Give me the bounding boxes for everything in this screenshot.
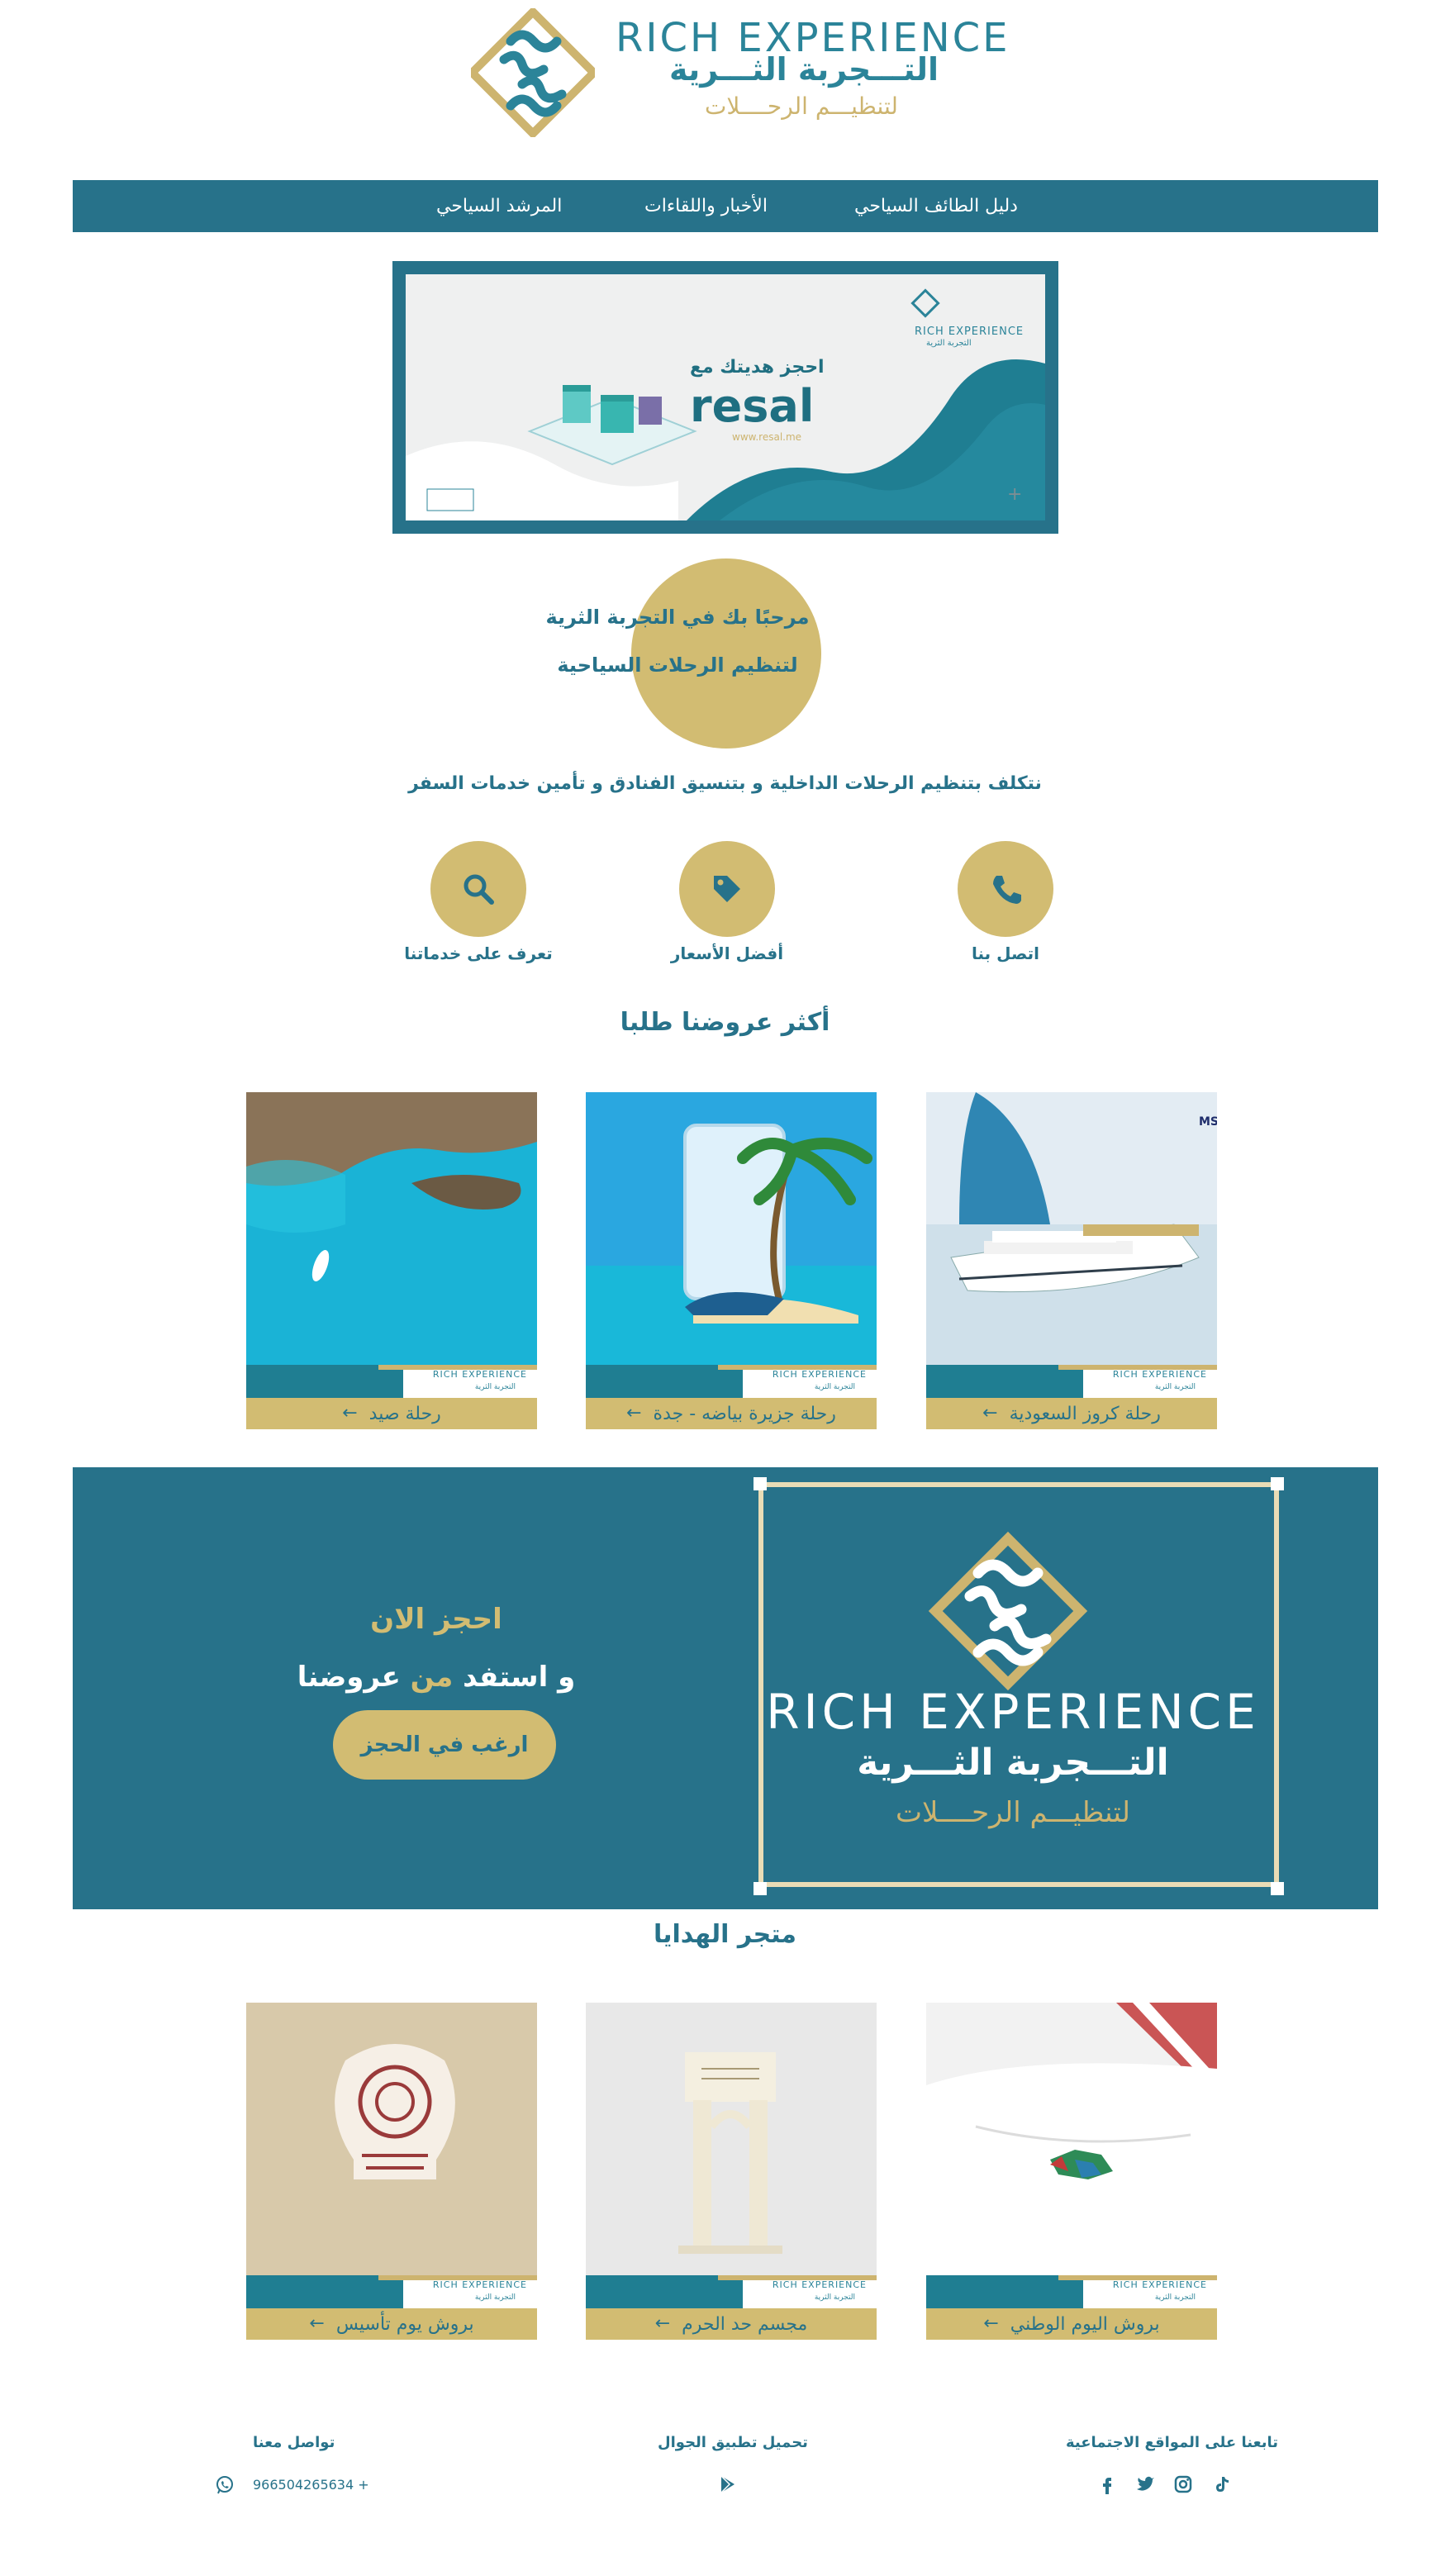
instagram-icon[interactable] [1173, 2474, 1193, 2494]
whatsapp-icon[interactable] [215, 2475, 235, 2495]
arrow-left-icon: ← [654, 2313, 671, 2334]
site-logo[interactable]: RICH EXPERIENCE التـــجربة الثـــرية لتن… [471, 8, 1007, 137]
feature-contact[interactable]: اتصل بنا [915, 841, 1096, 973]
offer-card-fishing[interactable]: RICH EXPERIENCE التجربة الثرية رحلة صيد … [246, 1092, 537, 1429]
welcome-subheading: لتنظيم الرحلات السياحية [557, 654, 798, 677]
gift-haram-label: مجسم حد الحرم [682, 2313, 808, 2335]
nav-item-taif-guide[interactable]: دليل الطائف السياحي [854, 180, 1018, 232]
feature-best-prices[interactable]: أفضل الأسعار [636, 841, 818, 973]
offer-card-cruise[interactable]: MSC RICH EXPERIENCE التجربة الثرية رحلة … [926, 1092, 1217, 1429]
book-logo-text-ar: التـــجربة الثـــرية [857, 1742, 1169, 1784]
feature-services-label: تعرف على خدماتنا [404, 943, 553, 963]
welcome-heading: مرحبًا بك في التجربة الثرية [545, 606, 810, 629]
arrow-left-icon: ← [309, 2313, 325, 2334]
banner-cta-text: احجز هديتك مع [690, 357, 825, 378]
gift-card-haram-model[interactable]: RICH EXPERIENCE التجربة الثرية مجسم حد ا… [586, 2003, 877, 2340]
phone-icon [993, 876, 1021, 904]
banner-brand-text: resal [690, 380, 815, 432]
gift-national-brooch-image [926, 2003, 1217, 2275]
offer-cruise-image: MSC [926, 1092, 1217, 1365]
banner-url-text: www.resal.me [732, 431, 802, 443]
promo-banner-inner: احجز هديتك مع resal www.resal.me RICH EX… [406, 274, 1045, 520]
gift-haram-label-bar: مجسم حد الحرم ← [586, 2308, 877, 2340]
feature-services-circle [430, 841, 526, 937]
arrow-left-icon: ← [982, 1403, 998, 1423]
plus-icon[interactable]: + [1007, 484, 1022, 505]
nav-item-news[interactable]: الأخبار واللقاءات [644, 180, 768, 232]
gift-card-founding-day-brooch[interactable]: RICH EXPERIENCE التجربة الثرية بروش يوم … [246, 2003, 537, 2340]
offer-fishing-label-bar: رحلة صيد ← [246, 1398, 537, 1429]
gift-national-label-bar: بروش اليوم الوطني ← [926, 2308, 1217, 2340]
gift-national-label: بروش اليوم الوطني [1010, 2313, 1160, 2335]
gift-card-national-day-brooch[interactable]: RICH EXPERIENCE التجربة الثرية بروش اليو… [926, 2003, 1217, 2340]
book-logo-text-en: RICH EXPERIENCE [766, 1684, 1260, 1740]
offer-island-label-bar: رحلة جزيرة بياضه - جدة ← [586, 1398, 877, 1429]
services-tagline: نتكلف بتنظيم الرحلات الداخلية و بتنسيق ا… [408, 773, 1042, 794]
twitter-icon[interactable] [1135, 2474, 1155, 2494]
offer-island-brand-strip: RICH EXPERIENCE التجربة الثرية [586, 1365, 877, 1398]
banner-mini-logo-ar: التجربة الثرية [926, 339, 972, 348]
gift-founding-label: بروش يوم تأسيس [335, 2313, 474, 2335]
offers-section-title: أكثر عروضنا طلبا [620, 1008, 830, 1037]
svg-text:MSC: MSC [1199, 1115, 1217, 1129]
main-nav: دليل الطائف السياحي الأخبار واللقاءات ال… [73, 180, 1378, 232]
offer-fishing-label: رحلة صيد [368, 1403, 441, 1424]
banner-mini-logo-en: RICH EXPERIENCE [915, 326, 1025, 338]
footer-contact-title: تواصل معنا [253, 2434, 335, 2451]
gift-founding-brooch-image [246, 2003, 537, 2275]
facebook-icon[interactable] [1097, 2474, 1117, 2494]
promo-banner[interactable]: احجز هديتك مع resal www.resal.me RICH EX… [392, 261, 1058, 534]
gift-national-brand-strip: RICH EXPERIENCE التجربة الثرية [926, 2275, 1217, 2308]
arrow-left-icon: ← [626, 1403, 642, 1423]
search-icon [464, 874, 494, 905]
footer-phone-number[interactable]: 966504265634 + [253, 2477, 369, 2493]
feature-prices-circle [679, 841, 775, 937]
offer-island-image [586, 1092, 877, 1365]
footer-social-title: تابعنا على المواقع الاجتماعية [1066, 2434, 1279, 2451]
offer-card-bayadah-island[interactable]: RICH EXPERIENCE التجربة الثرية رحلة جزير… [586, 1092, 877, 1429]
logo-text-ar: التـــجربة الثـــرية [668, 51, 939, 88]
feature-services[interactable]: تعرف على خدماتنا [387, 841, 569, 973]
offer-cruise-label-bar: رحلة كروز السعودية ← [926, 1398, 1217, 1429]
book-subheading: و استفد من عروضنا [297, 1661, 576, 1694]
gift-founding-label-bar: بروش يوم تأسيس ← [246, 2308, 537, 2340]
offer-fishing-brand-strip: RICH EXPERIENCE التجربة الثرية [246, 1365, 537, 1398]
book-logo-subtitle-ar: لتنظيـــم الرحــــلات [895, 1796, 1131, 1829]
tag-icon [714, 876, 740, 902]
feature-contact-label: اتصل بنا [971, 943, 1040, 963]
logo-mark-icon [471, 8, 595, 137]
footer-social-links [1097, 2474, 1231, 2494]
gift-haram-brand-strip: RICH EXPERIENCE التجربة الثرية [586, 2275, 877, 2308]
book-logo-mark-icon [928, 1531, 1088, 1691]
arrow-left-icon: ← [342, 1403, 358, 1423]
offer-island-label: رحلة جزيرة بياضه - جدة [653, 1403, 836, 1424]
feature-contact-circle [958, 841, 1053, 937]
offer-cruise-brand-strip: RICH EXPERIENCE التجربة الثرية [926, 1365, 1217, 1398]
gift-haram-model-image [586, 2003, 877, 2275]
feature-prices-label: أفضل الأسعار [670, 943, 784, 963]
tiktok-icon[interactable] [1211, 2474, 1231, 2494]
logo-subtitle-ar: لتنظيـــم الرحــــلات [705, 93, 898, 120]
arrow-left-icon: ← [983, 2313, 999, 2334]
book-now-section: RICH EXPERIENCE التـــجربة الثـــرية لتن… [73, 1467, 1378, 1909]
book-now-button[interactable]: ارغب في الحجز [333, 1710, 556, 1780]
google-play-icon[interactable] [718, 2474, 738, 2494]
offer-cruise-label: رحلة كروز السعودية [1009, 1403, 1161, 1424]
gift-founding-brand-strip: RICH EXPERIENCE التجربة الثرية [246, 2275, 537, 2308]
offer-fishing-image [246, 1092, 537, 1365]
book-heading: احجز الان [370, 1603, 502, 1636]
footer-app-title: تحميل تطبيق الجوال [658, 2434, 808, 2451]
nav-item-tour-guide[interactable]: المرشد السياحي [436, 180, 562, 232]
gifts-section-title: متجر الهدايا [653, 1920, 797, 1949]
